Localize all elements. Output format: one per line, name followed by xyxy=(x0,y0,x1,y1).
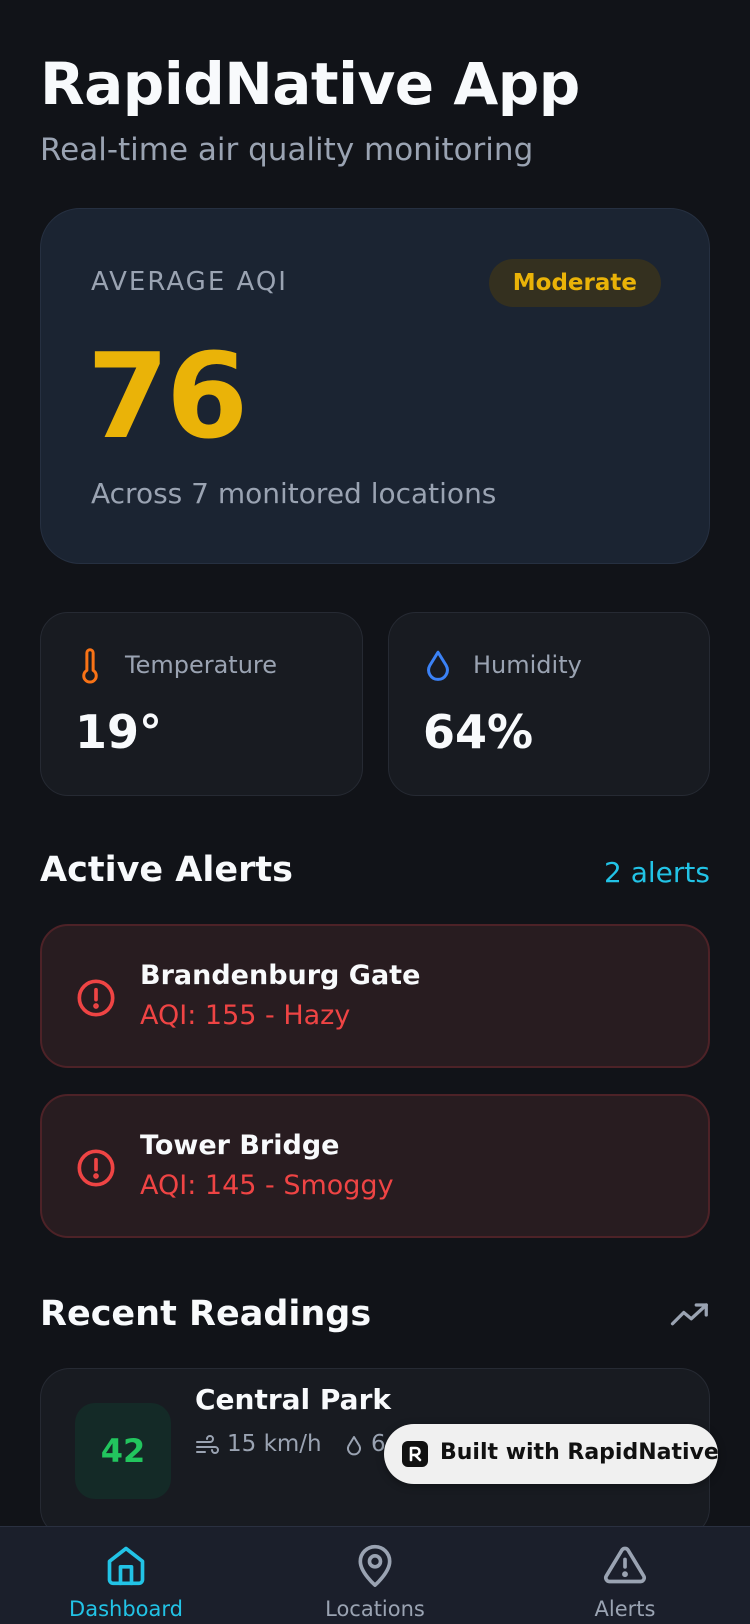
app-title: RapidNative App xyxy=(40,50,580,118)
map-pin-icon xyxy=(358,1544,392,1587)
temperature-value: 19° xyxy=(75,705,163,759)
trending-up-icon[interactable] xyxy=(670,1300,710,1330)
dashboard-screen: RapidNative App Real-time air quality mo… xyxy=(0,0,750,1624)
temperature-card[interactable]: Temperature 19° xyxy=(40,612,363,796)
aqi-status-badge: Moderate xyxy=(488,259,661,307)
humidity-value: 64% xyxy=(423,705,534,759)
droplet-icon xyxy=(427,650,449,681)
tab-alerts-label: Alerts xyxy=(594,1597,656,1621)
alert-circle-icon xyxy=(77,979,115,1017)
humidity-label: Humidity xyxy=(473,651,582,679)
built-with-badge[interactable]: Built with RapidNative xyxy=(384,1424,719,1484)
alert-detail: AQI: 155 - Hazy xyxy=(140,1000,351,1031)
alert-detail: AQI: 145 - Smoggy xyxy=(140,1170,394,1201)
alert-circle-icon xyxy=(77,1149,115,1187)
aqi-label: AVERAGE AQI xyxy=(91,267,288,297)
alert-card[interactable]: Tower Bridge AQI: 145 - Smoggy xyxy=(40,1094,710,1238)
tab-locations-label: Locations xyxy=(325,1597,425,1621)
alert-triangle-icon xyxy=(604,1546,646,1584)
tab-dashboard-label: Dashboard xyxy=(69,1597,183,1621)
reading-wind: 15 km/h xyxy=(227,1431,322,1457)
recent-readings-title: Recent Readings xyxy=(40,1294,372,1334)
thermometer-icon xyxy=(82,648,98,684)
humidity-card[interactable]: Humidity 64% xyxy=(388,612,710,796)
built-with-label: Built with RapidNative xyxy=(440,1440,719,1465)
alerts-count-link[interactable]: 2 alerts xyxy=(604,856,710,889)
alert-location: Brandenburg Gate xyxy=(140,960,421,991)
tab-locations[interactable]: Locations xyxy=(285,1527,465,1624)
rapidnative-logo-icon xyxy=(402,1441,428,1467)
reading-aqi-badge: 42 xyxy=(75,1403,171,1499)
droplet-icon xyxy=(347,1436,361,1456)
aqi-caption: Across 7 monitored locations xyxy=(91,477,497,510)
home-icon xyxy=(107,1546,145,1586)
average-aqi-card[interactable]: AVERAGE AQI Moderate 76 Across 7 monitor… xyxy=(40,208,710,564)
bottom-tab-bar: Dashboard Locations Alerts xyxy=(0,1526,750,1624)
wind-icon xyxy=(196,1435,219,1454)
tab-alerts[interactable]: Alerts xyxy=(535,1527,715,1624)
temperature-label: Temperature xyxy=(125,651,278,679)
app-subtitle: Real-time air quality monitoring xyxy=(40,132,534,168)
active-alerts-title: Active Alerts xyxy=(40,850,293,890)
alert-card[interactable]: Brandenburg Gate AQI: 155 - Hazy xyxy=(40,924,710,1068)
alert-location: Tower Bridge xyxy=(140,1130,340,1161)
aqi-value: 76 xyxy=(87,327,248,465)
tab-dashboard[interactable]: Dashboard xyxy=(36,1527,216,1624)
reading-location: Central Park xyxy=(195,1383,391,1416)
